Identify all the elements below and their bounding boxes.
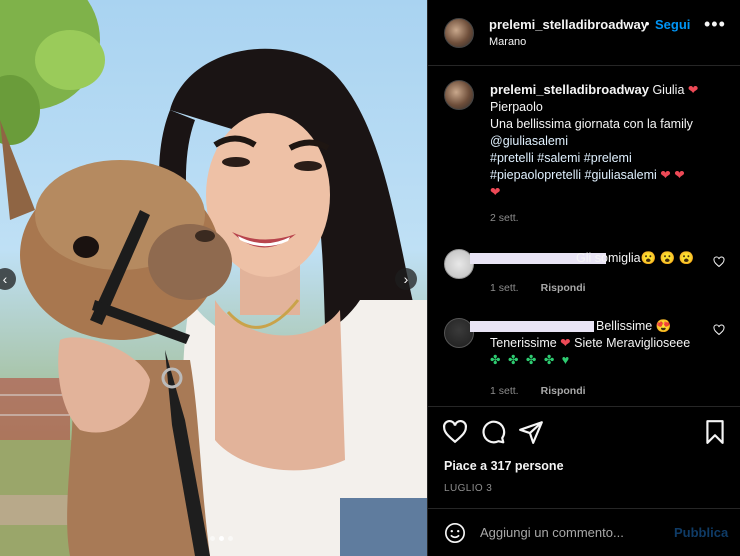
comment-input[interactable] [480, 521, 660, 543]
caption-mention[interactable]: @giuliasalemi [490, 134, 568, 148]
publish-button[interactable]: Pubblica [674, 525, 728, 540]
reply-button[interactable]: Rispondi [541, 385, 586, 397]
heart-icon [713, 324, 725, 336]
caption-hashtags[interactable]: #pretelli #salemi #prelemi [490, 151, 632, 165]
comment-like-button[interactable] [713, 324, 725, 339]
redacted-username [470, 321, 594, 332]
carousel-dot-active [219, 536, 224, 541]
post-viewer: ‹ › prelemi_stelladibroadway • Segui Mar… [0, 0, 740, 556]
comment-icon[interactable] [480, 419, 506, 445]
comment-meta: 1 sett. Rispondi [490, 282, 586, 294]
heart-icon[interactable] [442, 419, 468, 445]
comment-like-button[interactable] [713, 256, 725, 271]
caption-hashtags-2[interactable]: #piepaolopretelli #giuliasalemi [490, 168, 660, 182]
caption-text-line3: Una bellissima giornata con la family [490, 117, 693, 131]
post-caption: prelemi_stelladibroadway Giulia ❤ Pierpa… [490, 81, 730, 201]
comment-timestamp: 1 sett. [490, 385, 519, 397]
comment-text-part: Siete Meraviglioseee [570, 336, 691, 350]
separator-dot: • [645, 16, 650, 31]
share-icon[interactable] [518, 419, 544, 445]
comment-text: Bellissime 😍 [596, 319, 672, 333]
comment-text-line2: Tenerissime ❤ Siete Meraviglioseee [490, 335, 690, 352]
comment-text: Gli somiglia😮 😮 😮 [576, 251, 695, 265]
carousel-dots [210, 536, 233, 541]
heart-emoji: ❤ [490, 185, 501, 199]
post-photo[interactable]: ‹ › [0, 0, 427, 556]
more-icon[interactable]: ••• [704, 14, 726, 35]
post-username[interactable]: prelemi_stelladibroadway [489, 17, 648, 32]
post-date: LUGLIO 3 [444, 483, 493, 494]
add-comment-bar: Pubblica [428, 508, 740, 556]
chevron-right-icon: › [403, 271, 409, 287]
heart-emoji: ❤ ❤ [660, 168, 685, 182]
reply-button[interactable]: Rispondi [541, 282, 586, 294]
post-header: prelemi_stelladibroadway • Segui Marano … [428, 0, 740, 66]
chevron-left-icon: ‹ [2, 271, 8, 287]
carousel-dot [228, 536, 233, 541]
comment-text-part: Tenerissime [490, 336, 561, 350]
follow-button[interactable]: Segui [655, 17, 690, 32]
bookmark-icon[interactable] [702, 419, 728, 445]
caption-text-line2: Pierpaolo [490, 100, 543, 114]
heart-icon [713, 256, 725, 268]
carousel-dot [210, 536, 215, 541]
heart-emoji: ❤ [687, 83, 699, 97]
post-location[interactable]: Marano [489, 36, 526, 48]
likes-count[interactable]: Piace a 317 persone [444, 459, 564, 473]
emoji-icon[interactable] [444, 522, 466, 544]
caption-text-line1: Giulia [652, 83, 688, 97]
comment-meta: 1 sett. Rispondi [490, 385, 586, 397]
post-sidebar: prelemi_stelladibroadway • Segui Marano … [427, 0, 740, 556]
clover-emojis: ✤ ✤ ✤ ✤ ♥ [490, 353, 572, 367]
caption-username[interactable]: prelemi_stelladibroadway [490, 82, 649, 97]
avatar[interactable] [444, 18, 474, 48]
caption-avatar[interactable] [444, 80, 474, 110]
comment-timestamp: 1 sett. [490, 282, 519, 294]
heart-emoji: ❤ [560, 336, 571, 350]
carousel-next-button[interactable]: › [395, 268, 417, 290]
caption-timestamp: 2 sett. [490, 212, 519, 224]
photo-illustration [0, 0, 427, 556]
